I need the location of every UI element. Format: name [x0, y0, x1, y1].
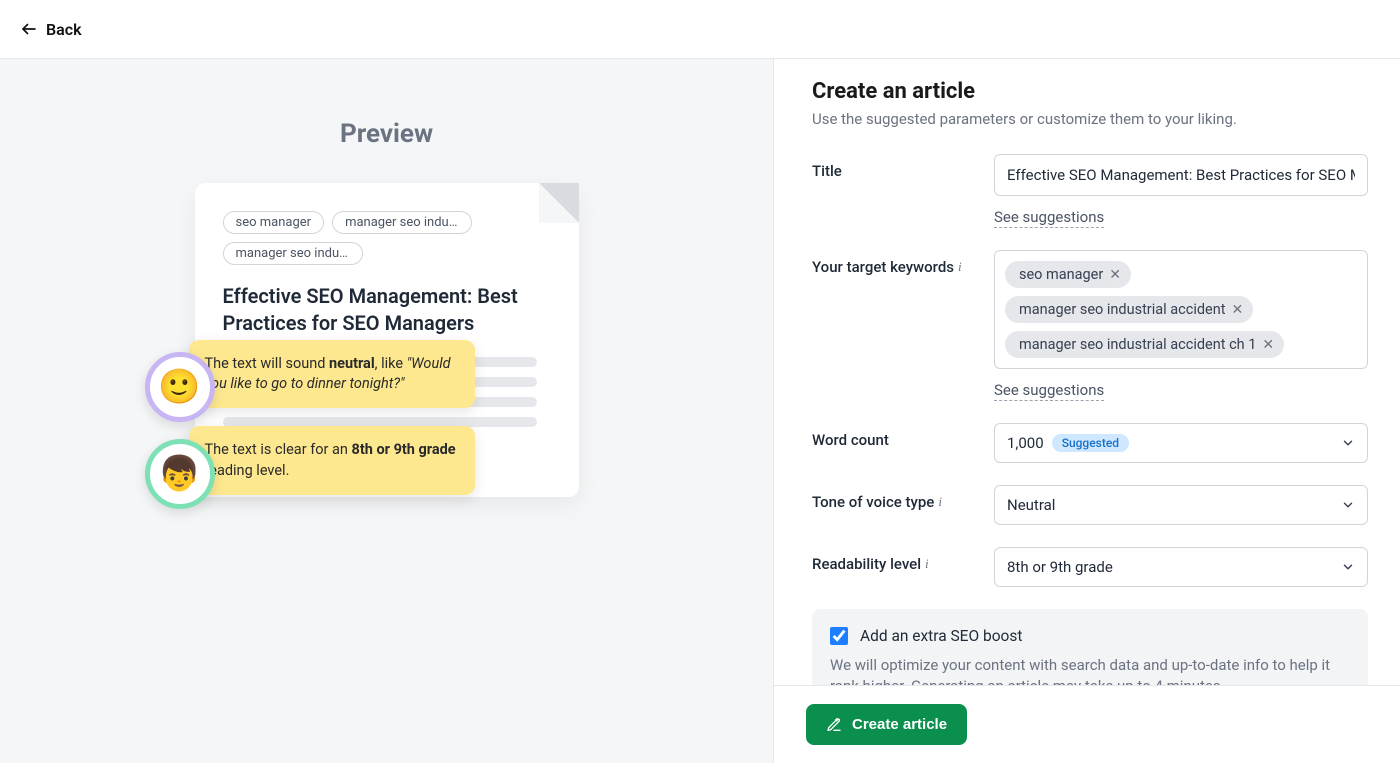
info-icon[interactable]: i [938, 494, 942, 510]
info-icon[interactable]: i [925, 556, 929, 572]
readability-value: 8th or 9th grade [1007, 558, 1113, 576]
see-suggestions-title[interactable]: See suggestions [994, 208, 1104, 228]
seo-boost-checkbox[interactable] [830, 627, 848, 645]
form-panel: Create an article Use the suggested para… [774, 59, 1400, 763]
tone-label: Tone of voice type [812, 493, 934, 511]
title-input[interactable] [994, 154, 1368, 196]
remove-keyword-icon[interactable]: ✕ [1231, 303, 1243, 317]
keyword-text: manager seo industrial accident [1019, 301, 1225, 318]
keywords-label: Your target keywords [812, 258, 954, 276]
preview-article-title: Effective SEO Management: Best Practices… [223, 283, 551, 337]
pencil-sparkle-icon [826, 717, 842, 733]
keyword-chip: manager seo industrial accident ch 1 ✕ [1005, 331, 1284, 358]
chevron-down-icon [1341, 498, 1355, 512]
readability-select[interactable]: 8th or 9th grade [994, 547, 1368, 587]
wordcount-select[interactable]: 1,000 Suggested [994, 423, 1368, 463]
tone-select[interactable]: Neutral [994, 485, 1368, 525]
tone-callout: The text will sound neutral, like "Would… [189, 340, 475, 409]
keyword-chip: seo manager ✕ [1005, 261, 1131, 288]
preview-card: seo manager manager seo industri… manage… [195, 183, 579, 497]
form-heading: Create an article [812, 79, 1368, 104]
readability-callout: The text is clear for an 8th or 9th grad… [189, 426, 475, 495]
keywords-input[interactable]: seo manager ✕ manager seo industrial acc… [994, 250, 1368, 369]
form-subheading: Use the suggested parameters or customiz… [812, 110, 1368, 128]
title-label: Title [812, 154, 994, 180]
seo-boost-label[interactable]: Add an extra SEO boost [860, 627, 1022, 645]
back-label: Back [46, 20, 82, 39]
preview-tag: manager seo industri… [332, 211, 472, 234]
preview-panel: Preview seo manager manager seo industri… [0, 59, 774, 763]
chevron-down-icon [1341, 436, 1355, 450]
keyword-chip: manager seo industrial accident ✕ [1005, 296, 1253, 323]
arrow-left-icon [20, 20, 38, 38]
suggested-badge: Suggested [1052, 434, 1129, 452]
wordcount-value: 1,000 [1007, 434, 1044, 452]
keyword-text: manager seo industrial accident ch 1 [1019, 336, 1256, 353]
readability-label: Readability level [812, 555, 921, 573]
back-button[interactable]: Back [20, 20, 82, 39]
info-icon[interactable]: i [958, 259, 962, 275]
create-article-label: Create article [852, 716, 947, 733]
tone-avatar-emoji: 🙂 [145, 352, 215, 422]
preview-tag: manager seo industri… [223, 242, 363, 265]
see-suggestions-keywords[interactable]: See suggestions [994, 381, 1104, 401]
wordcount-label: Word count [812, 423, 994, 449]
chevron-down-icon [1341, 560, 1355, 574]
seo-boost-description: We will optimize your content with searc… [830, 655, 1350, 685]
preview-heading: Preview [340, 119, 433, 149]
seo-boost-box: Add an extra SEO boost We will optimize … [812, 609, 1368, 685]
keyword-text: seo manager [1019, 266, 1103, 283]
page-fold-icon [539, 183, 579, 223]
readability-avatar-emoji: 👦 [145, 439, 215, 509]
preview-tags: seo manager manager seo industri… manage… [223, 211, 551, 265]
create-article-button[interactable]: Create article [806, 704, 967, 745]
remove-keyword-icon[interactable]: ✕ [1109, 268, 1121, 282]
remove-keyword-icon[interactable]: ✕ [1262, 338, 1274, 352]
preview-tag: seo manager [223, 211, 325, 234]
tone-value: Neutral [1007, 496, 1055, 514]
